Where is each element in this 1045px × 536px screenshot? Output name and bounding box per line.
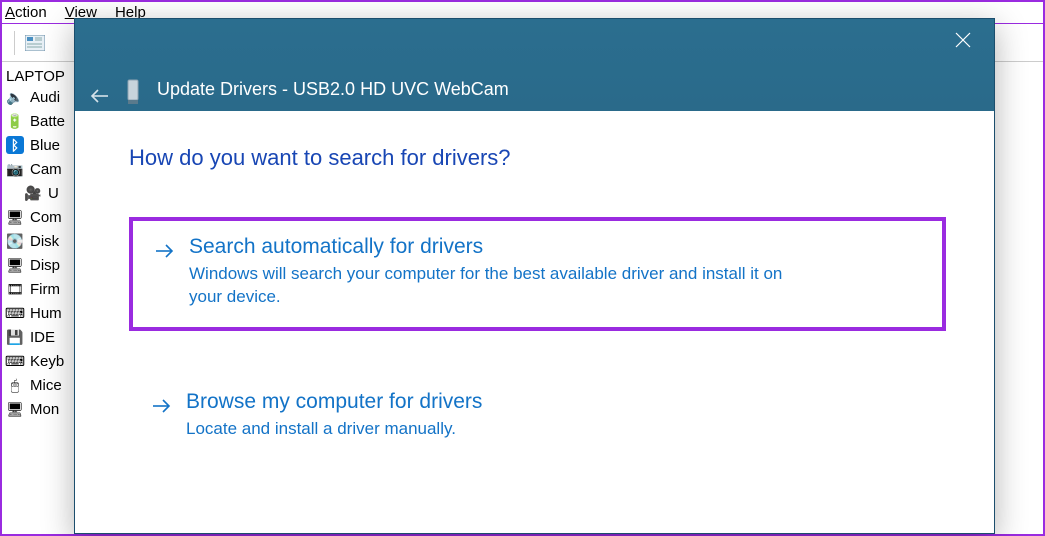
device-icon	[125, 79, 147, 107]
tree-item[interactable]: Audi	[2, 85, 74, 109]
bluetooth-icon	[6, 136, 24, 154]
tree-item-label: Disk	[30, 233, 59, 250]
monitor-icon	[6, 208, 24, 226]
tree-item-label: Keyb	[30, 353, 64, 370]
film-icon	[6, 280, 24, 298]
tree-item-label: Com	[30, 209, 62, 226]
tree-item[interactable]: Com	[2, 205, 74, 229]
tree-item-label: Mon	[30, 401, 59, 418]
option-browse-computer[interactable]: Browse my computer for drivers Locate an…	[129, 375, 946, 460]
tree-item[interactable]: Firm	[2, 277, 74, 301]
tree-item[interactable]: Mon	[2, 397, 74, 421]
close-button[interactable]	[932, 19, 994, 61]
tree-item[interactable]: Keyb	[2, 349, 74, 373]
webcam-icon	[24, 184, 42, 202]
option-description: Windows will search your computer for th…	[189, 263, 809, 309]
tree-item-label: Audi	[30, 89, 60, 106]
option-description: Locate and install a driver manually.	[186, 418, 482, 441]
tree-item-label: Firm	[30, 281, 60, 298]
tree-item[interactable]: Cam	[2, 157, 74, 181]
tree-root[interactable]: LAPTOP	[2, 62, 74, 85]
tree-item-label: Hum	[30, 305, 62, 322]
option-title: Search automatically for drivers	[189, 235, 809, 259]
dialog-title: Update Drivers - USB2.0 HD UVC WebCam	[157, 79, 509, 100]
tree-item-label: U	[48, 185, 59, 202]
arrow-right-icon	[152, 396, 172, 416]
back-button[interactable]	[89, 85, 111, 107]
tree-item-label: Blue	[30, 137, 60, 154]
tree-item-label: Disp	[30, 257, 60, 274]
ide-icon	[6, 328, 24, 346]
dialog-body: How do you want to search for drivers? S…	[75, 111, 994, 460]
tree-item[interactable]: Hum	[2, 301, 74, 325]
speaker-icon	[6, 88, 24, 106]
dialog-heading: How do you want to search for drivers?	[129, 145, 946, 171]
tree-item-label: Batte	[30, 113, 65, 130]
chip-icon	[6, 400, 24, 418]
option-search-automatically[interactable]: Search automatically for drivers Windows…	[129, 217, 946, 331]
arrow-right-icon	[155, 241, 175, 261]
display-icon	[6, 256, 24, 274]
tree-item[interactable]: Blue	[2, 133, 74, 157]
tree-item[interactable]: Disp	[2, 253, 74, 277]
keyboard-icon	[6, 352, 24, 370]
disk-icon	[6, 232, 24, 250]
toolbar-properties-icon[interactable]	[23, 31, 47, 55]
menu-action[interactable]: Action	[5, 4, 47, 21]
device-tree: LAPTOP Audi Batte Blue Cam U Com Disk Disp Firm H…	[2, 62, 74, 534]
dialog-titlebar: Update Drivers - USB2.0 HD UVC WebCam	[75, 19, 994, 111]
mouse-icon	[6, 376, 24, 394]
battery-icon	[6, 112, 24, 130]
tree-item[interactable]: IDE	[2, 325, 74, 349]
update-drivers-dialog: Update Drivers - USB2.0 HD UVC WebCam Ho…	[74, 18, 995, 534]
tree-item[interactable]: Mice	[2, 373, 74, 397]
tree-item[interactable]: U	[2, 181, 74, 205]
option-title: Browse my computer for drivers	[186, 390, 482, 414]
tree-item[interactable]: Batte	[2, 109, 74, 133]
keyboard-icon	[6, 304, 24, 322]
tree-item-label: Cam	[30, 161, 62, 178]
tree-item-label: Mice	[30, 377, 62, 394]
tree-item[interactable]: Disk	[2, 229, 74, 253]
camera-icon	[6, 160, 24, 178]
tree-item-label: IDE	[30, 329, 55, 346]
